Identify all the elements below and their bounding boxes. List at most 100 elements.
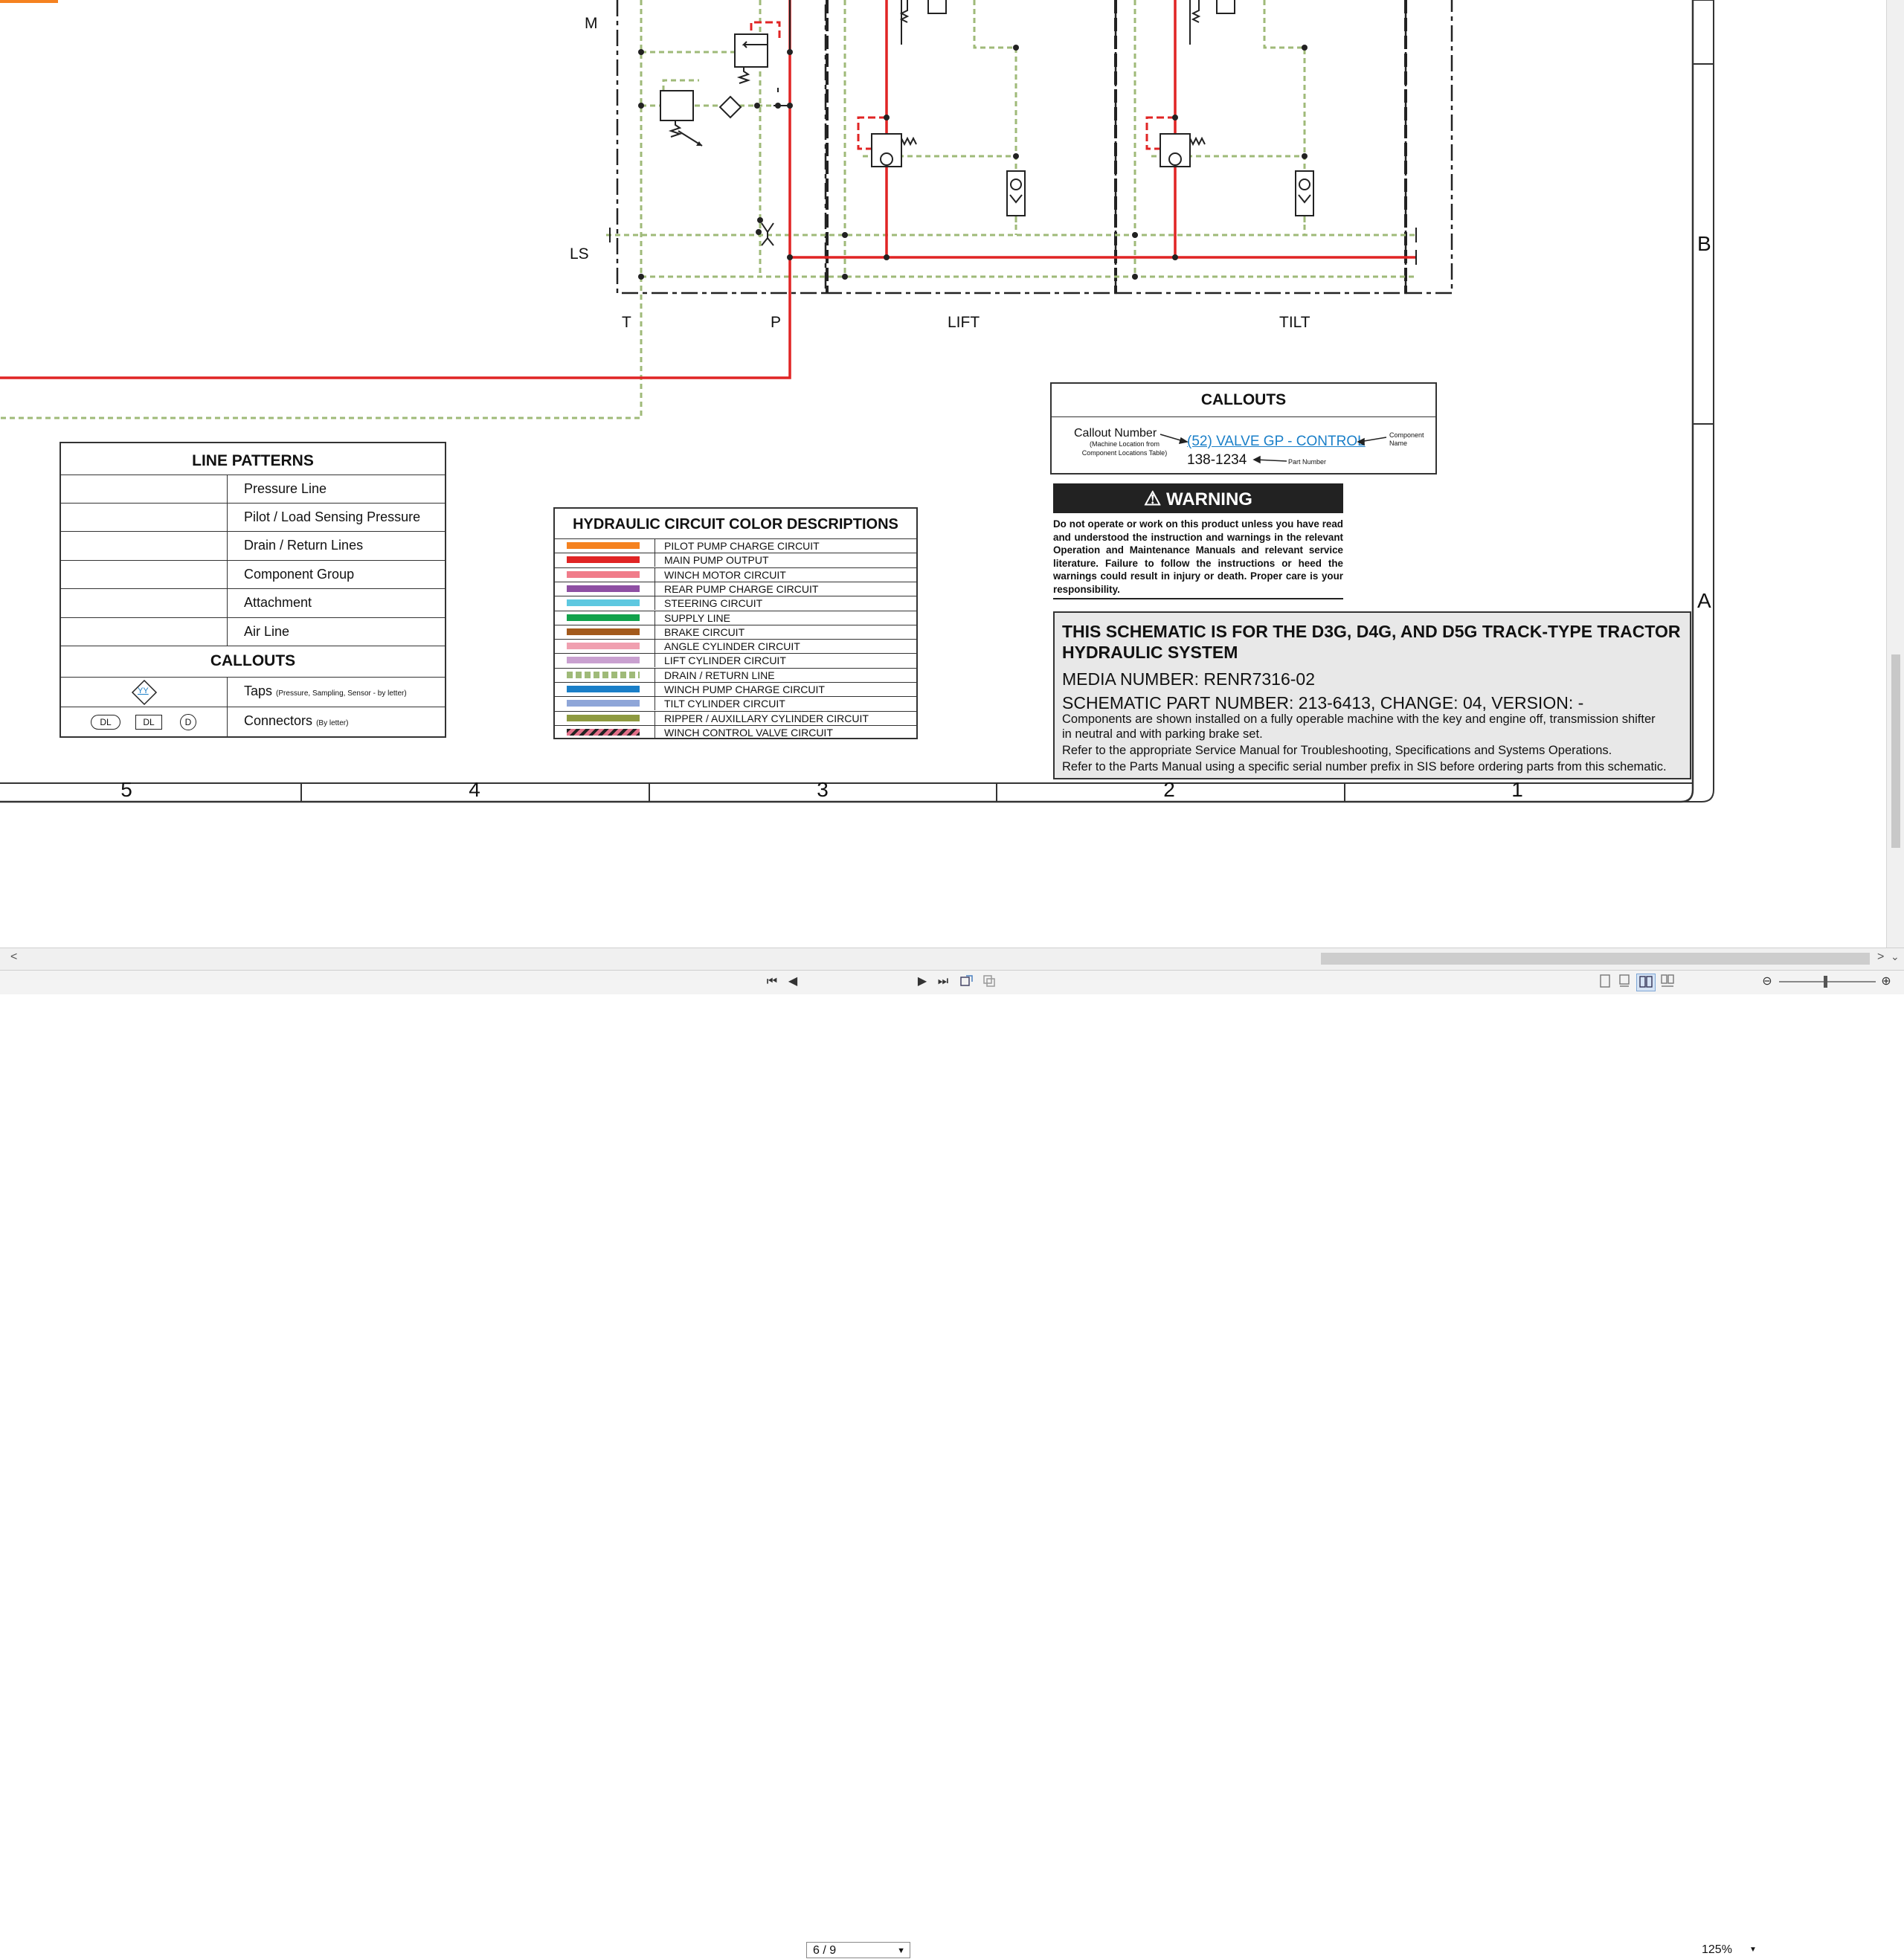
- color-description-row: LIFT CYLINDER CIRCUIT: [555, 653, 916, 668]
- line-pattern-row: Drain / Return Lines: [61, 531, 445, 560]
- vertical-scroll-thumb[interactable]: [1891, 654, 1900, 848]
- zoom-slider[interactable]: [1779, 976, 1876, 988]
- next-page-button[interactable]: ▶: [913, 974, 931, 990]
- color-swatch: [567, 628, 640, 635]
- continuous-view-icon[interactable]: [1615, 974, 1633, 990]
- line-pattern-label: Pressure Line: [244, 481, 327, 496]
- title-block: THIS SCHEMATIC IS FOR THE D3G, D4G, AND …: [1053, 611, 1691, 779]
- title-line-1: THIS SCHEMATIC IS FOR THE D3G, D4G, AND …: [1062, 622, 1681, 641]
- color-description-row: PILOT PUMP CHARGE CIRCUIT: [555, 538, 916, 553]
- connectors-label: Connectors: [244, 713, 313, 728]
- zone-number-1: 1: [1511, 778, 1523, 801]
- chevron-down-icon[interactable]: ⌄: [1891, 950, 1900, 963]
- color-swatch: [567, 570, 640, 578]
- warning-header: ⚠ WARNING: [1053, 483, 1343, 513]
- color-swatch: [567, 585, 640, 592]
- two-page-continuous-icon[interactable]: [1659, 974, 1676, 990]
- color-swatch: [567, 671, 640, 678]
- color-description-row: ANGLE CYLINDER CIRCUIT: [555, 639, 916, 654]
- taps-label: Taps: [244, 683, 273, 698]
- label-ls: LS: [570, 245, 589, 263]
- color-description-label: DRAIN / RETURN LINE: [664, 669, 775, 681]
- horizontal-scroll-thumb[interactable]: [1321, 953, 1870, 965]
- taps-note: (Pressure, Sampling, Sensor - by letter): [276, 689, 407, 698]
- label-tilt: TILT: [1279, 314, 1310, 331]
- first-page-button[interactable]: ⏮: [763, 974, 781, 990]
- color-description-label: TILT CYLINDER CIRCUIT: [664, 698, 785, 710]
- color-description-row: WINCH MOTOR CIRCUIT: [555, 567, 916, 582]
- warning-underline: [1053, 598, 1343, 599]
- color-description-label: WINCH CONTROL VALVE CIRCUIT: [664, 726, 833, 739]
- connector-symbol: DL: [91, 715, 120, 730]
- warning-icon: ⚠: [1144, 487, 1162, 509]
- color-swatch: [567, 599, 640, 607]
- color-swatch: [567, 686, 640, 692]
- zoom-out-icon[interactable]: ⊖: [1758, 974, 1776, 990]
- vertical-scrollbar[interactable]: [1886, 0, 1904, 948]
- color-description-row: DRAIN / RETURN LINE: [555, 667, 916, 682]
- line-pattern-label: Air Line: [244, 624, 290, 639]
- color-description-label: SUPPLY LINE: [664, 611, 730, 624]
- color-description-label: MAIN PUMP OUTPUT: [664, 554, 769, 567]
- previous-page-button[interactable]: ◀: [784, 974, 802, 990]
- color-description-label: ANGLE CYLINDER CIRCUIT: [664, 640, 800, 653]
- document-page: M LS T P LIFT TILT B A 5 4 3 2 1 LINE PA…: [0, 0, 1886, 946]
- single-page-view-icon[interactable]: [1596, 974, 1614, 990]
- page-indicator: 6 / 9: [813, 1944, 837, 1957]
- taps-symbol-label: YY: [138, 686, 149, 695]
- label-p: P: [771, 314, 782, 331]
- chevron-down-icon[interactable]: ▼: [897, 1943, 905, 1959]
- callouts-subheader: CALLOUTS: [61, 646, 445, 677]
- line-pattern-row: Component Group: [61, 560, 445, 588]
- color-swatch: [567, 657, 640, 664]
- media-number: MEDIA NUMBER: RENR7316-02: [1062, 669, 1315, 689]
- color-description-label: LIFT CYLINDER CIRCUIT: [664, 654, 786, 667]
- color-description-label: BRAKE CIRCUIT: [664, 625, 745, 638]
- zoom-selector[interactable]: 125% ▼: [1688, 1942, 1758, 1958]
- last-page-button[interactable]: ⏭: [934, 974, 952, 990]
- scroll-left-button[interactable]: <: [10, 950, 17, 964]
- connectors-note: (By letter): [316, 719, 349, 727]
- color-description-label: PILOT PUMP CHARGE CIRCUIT: [664, 540, 820, 552]
- zoom-slider-thumb[interactable]: [1824, 976, 1827, 988]
- color-swatch: [567, 714, 640, 721]
- viewer-toolbar: ⏮ ◀ ▶ ⏭ 6 / 9 ▼ 125% ▼ ⊖ ⊕: [0, 970, 1904, 1958]
- zone-letter-b: B: [1697, 232, 1711, 255]
- schematic-part-number: SCHEMATIC PART NUMBER: 213-6413, CHANGE:…: [1062, 693, 1584, 712]
- callouts-example-box: CALLOUTS Callout Number (Machine Locatio…: [1050, 382, 1437, 475]
- taps-row: YY Taps (Pressure, Sampling, Sensor - by…: [61, 677, 445, 707]
- color-description-row: SUPPLY LINE: [555, 610, 916, 625]
- zone-number-3: 3: [817, 778, 829, 801]
- color-swatch: [567, 643, 640, 650]
- callout-arrows: [1160, 434, 1387, 464]
- connectors-row: DL DL D Connectors (By letter): [61, 707, 445, 736]
- scroll-right-button[interactable]: >: [1877, 950, 1884, 964]
- horizontal-scrollbar[interactable]: < > ⌄: [0, 948, 1904, 971]
- connector-symbol: D: [180, 714, 196, 730]
- title-note: Refer to the appropriate Service Manual …: [1062, 744, 1612, 757]
- zoom-in-icon[interactable]: ⊕: [1877, 974, 1895, 990]
- color-swatch: [567, 556, 640, 564]
- color-description-row: REAR PUMP CHARGE CIRCUIT: [555, 581, 916, 596]
- color-swatch: [567, 614, 640, 621]
- zone-letter-a: A: [1697, 589, 1711, 612]
- line-pattern-label: Pilot / Load Sensing Pressure: [244, 509, 421, 524]
- zone-number-2: 2: [1163, 778, 1175, 801]
- label-lift: LIFT: [948, 314, 980, 331]
- zone-number-4: 4: [469, 778, 480, 801]
- zoom-level: 125%: [1702, 1943, 1732, 1956]
- zone-number-5: 5: [120, 778, 132, 801]
- export-icon[interactable]: [958, 974, 976, 990]
- title-note: Components are shown installed on a full…: [1062, 712, 1656, 726]
- color-description-row: TILT CYLINDER CIRCUIT: [555, 696, 916, 711]
- color-description-label: REAR PUMP CHARGE CIRCUIT: [664, 582, 819, 595]
- chevron-down-icon[interactable]: ▼: [1749, 1942, 1757, 1958]
- color-description-row: STEERING CIRCUIT: [555, 596, 916, 611]
- color-description-label: WINCH MOTOR CIRCUIT: [664, 568, 786, 581]
- two-page-view-icon[interactable]: [1636, 974, 1656, 991]
- line-pattern-label: Component Group: [244, 567, 355, 582]
- page-selector[interactable]: 6 / 9 ▼: [806, 1942, 910, 1958]
- copy-icon[interactable]: [980, 974, 998, 990]
- color-description-row: WINCH PUMP CHARGE CIRCUIT: [555, 682, 916, 696]
- color-swatch: [567, 700, 640, 707]
